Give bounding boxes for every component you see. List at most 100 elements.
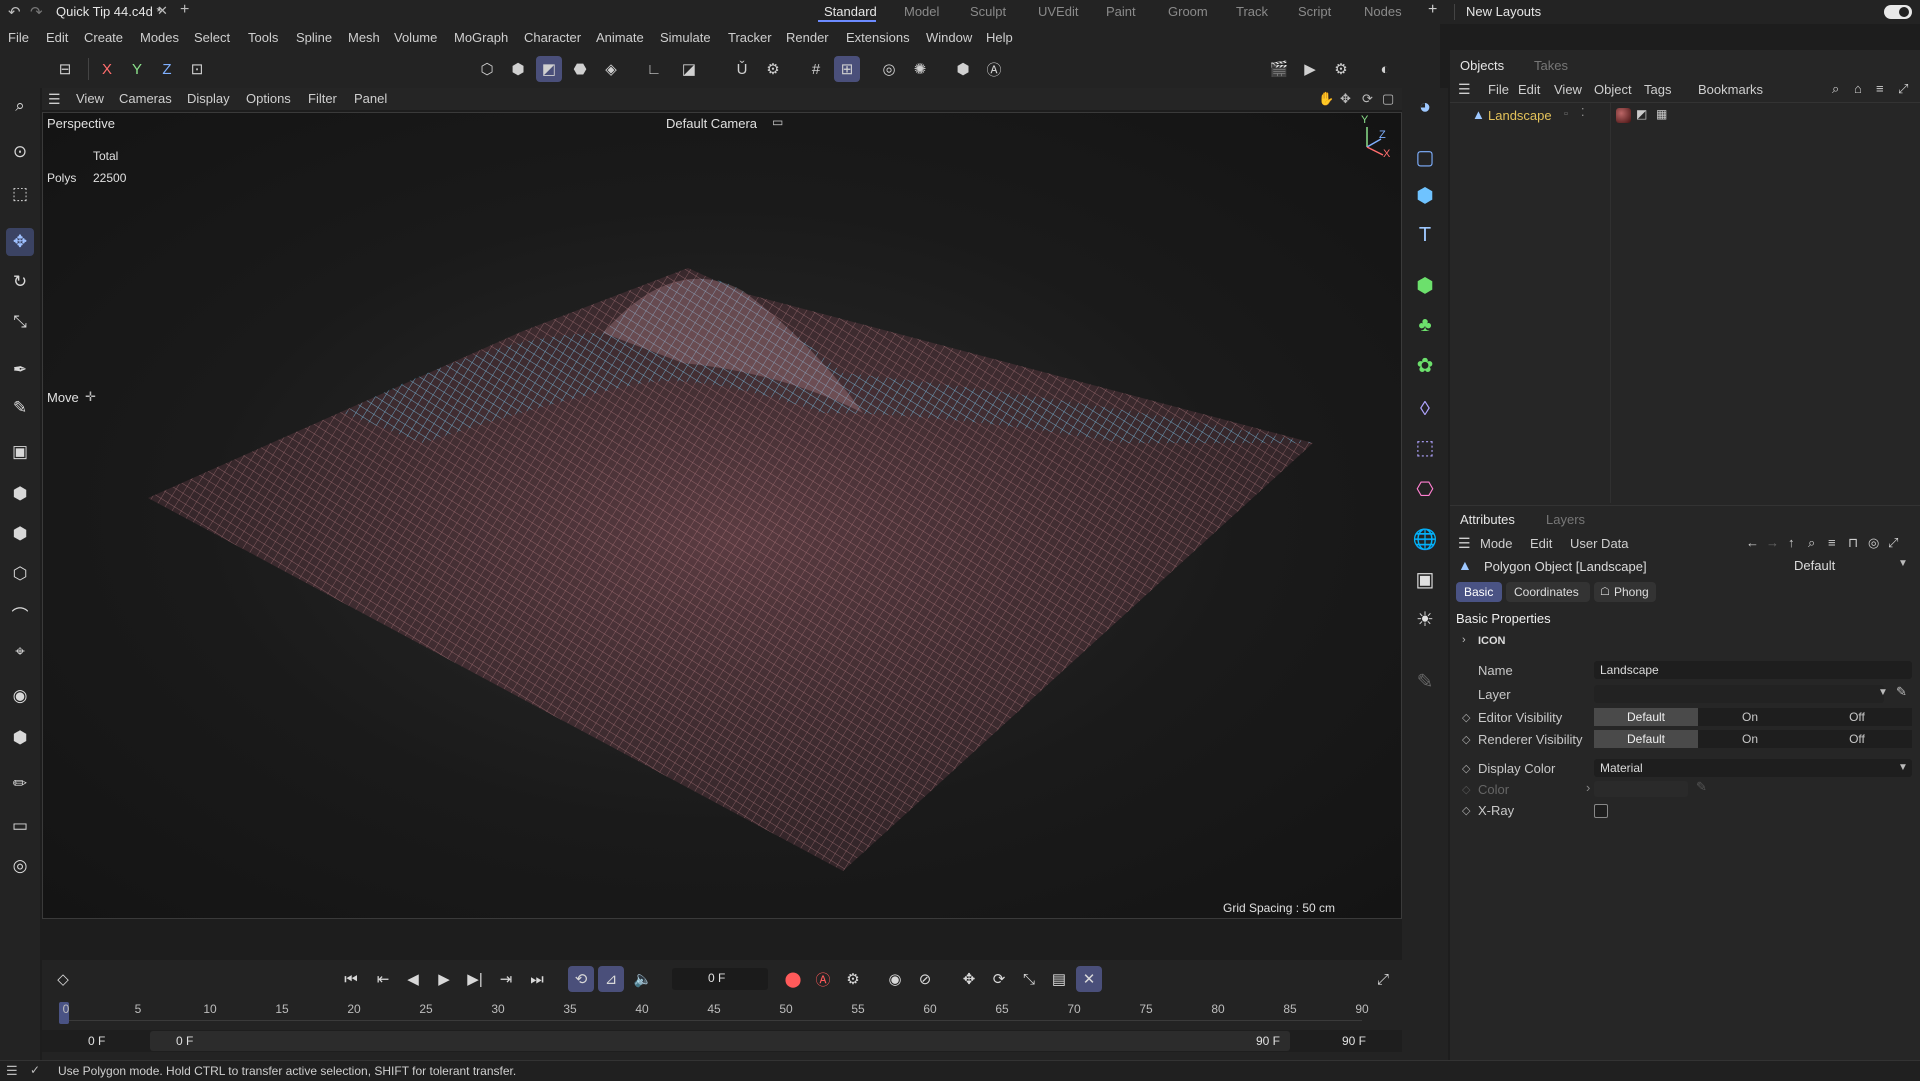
keyframe-diamond-icon[interactable]: ◇: [1462, 762, 1470, 775]
attributes-search-icon[interactable]: ⌕: [1808, 535, 1815, 551]
interpolation-icon[interactable]: ⊘: [912, 966, 938, 992]
color-expand-icon[interactable]: ›: [1586, 780, 1590, 795]
menu-tools[interactable]: Tools: [248, 30, 278, 45]
rotate-tool-icon[interactable]: ↻: [6, 268, 34, 296]
autokey-icon[interactable]: Ⓐ: [810, 966, 836, 992]
settings-icon[interactable]: ◎: [6, 852, 34, 880]
close-tab-icon[interactable]: ✕: [157, 3, 168, 19]
cube-icon[interactable]: ⬢: [1410, 180, 1440, 210]
primitive-cube-icon[interactable]: ▣: [6, 438, 34, 466]
current-frame-field[interactable]: 0 F: [672, 968, 768, 990]
layout-tab-standard[interactable]: Standard: [824, 4, 877, 19]
bridge-icon[interactable]: ⌒: [6, 600, 34, 628]
tab-takes[interactable]: Takes: [1534, 58, 1568, 73]
layout-tab-script[interactable]: Script: [1298, 4, 1331, 19]
layout-tab-model[interactable]: Model: [904, 4, 939, 19]
pen-tool-icon[interactable]: ✒: [6, 356, 34, 384]
menu-mograph[interactable]: MoGraph: [454, 30, 508, 45]
keyframe-selection-icon[interactable]: ◉: [882, 966, 908, 992]
scale-tool-icon[interactable]: ⤡: [6, 308, 34, 336]
viewport-menu-options[interactable]: Options: [246, 91, 291, 106]
lock-icon[interactable]: ⊓: [1848, 535, 1858, 551]
menu-window[interactable]: Window: [926, 30, 972, 45]
menu-simulate[interactable]: Simulate: [660, 30, 711, 45]
render-picture-viewer-icon[interactable]: ▶: [1297, 56, 1323, 82]
soft-selection-icon[interactable]: ◎: [876, 56, 902, 82]
objects-menu-tags[interactable]: Tags: [1644, 82, 1671, 97]
cloner-icon[interactable]: ♣: [1410, 310, 1440, 340]
objects-search-icon[interactable]: ⌕: [1832, 81, 1839, 97]
new-layouts-toggle[interactable]: [1884, 5, 1912, 19]
menu-tracker[interactable]: Tracker: [728, 30, 772, 45]
menu-spline[interactable]: Spline: [296, 30, 332, 45]
range-end-field[interactable]: 90 F: [1342, 1034, 1366, 1048]
fcurve-icon[interactable]: ⤢: [1370, 966, 1396, 992]
grid-snap-icon[interactable]: #: [803, 56, 829, 82]
menu-character[interactable]: Character: [524, 30, 581, 45]
menu-file[interactable]: File: [8, 30, 29, 45]
point-mode-icon[interactable]: ⬢: [505, 56, 531, 82]
keyframe-diamond-icon[interactable]: ◇: [1462, 804, 1470, 817]
undo-icon[interactable]: ↶: [8, 3, 21, 21]
redo-icon[interactable]: ↷: [30, 3, 43, 21]
object-name[interactable]: Landscape: [1488, 108, 1552, 123]
attributes-menu-mode[interactable]: Mode: [1480, 536, 1513, 551]
previous-frame-icon[interactable]: ◀: [400, 966, 426, 992]
camera-object-icon[interactable]: ◕: [1410, 92, 1440, 122]
spline-pen-icon[interactable]: ✎: [6, 394, 34, 422]
workplane-grid-icon[interactable]: ⊞: [834, 56, 860, 82]
environment-icon[interactable]: 🌐: [1410, 524, 1440, 554]
mesh-tool-icon[interactable]: ⬢: [6, 480, 34, 508]
effector-icon[interactable]: ✿: [1410, 350, 1440, 380]
object-mode-icon[interactable]: ⬡: [474, 56, 500, 82]
extrude-icon[interactable]: ⬢: [6, 520, 34, 548]
subtab-coordinates[interactable]: Coordinates: [1506, 582, 1590, 602]
menu-modes[interactable]: Modes: [140, 30, 179, 45]
keyframe-diamond-icon[interactable]: ◇: [1462, 711, 1470, 724]
editor-visibility-default[interactable]: Default: [1594, 708, 1698, 726]
tab-objects[interactable]: Objects: [1460, 58, 1504, 73]
uvw-tag-icon[interactable]: ▦: [1656, 107, 1667, 121]
attributes-new-window-icon[interactable]: ⤢: [1888, 535, 1898, 551]
position-key-icon[interactable]: ✥: [956, 966, 982, 992]
snapshot-icon[interactable]: ⊟: [52, 56, 78, 82]
tab-attributes[interactable]: Attributes: [1460, 512, 1515, 527]
xray-checkbox[interactable]: [1594, 804, 1608, 818]
menu-render[interactable]: Render: [786, 30, 829, 45]
editor-visibility-on[interactable]: On: [1698, 708, 1802, 726]
play-icon[interactable]: ▶: [431, 966, 457, 992]
search-icon[interactable]: ⌕: [6, 92, 34, 120]
auto-key-icon[interactable]: Ⓐ: [981, 56, 1007, 82]
edge-mode-icon[interactable]: ⬣: [567, 56, 593, 82]
chevron-right-icon[interactable]: ›: [1462, 634, 1466, 646]
layout-tab-uvedit[interactable]: UVEdit: [1038, 4, 1078, 19]
range-start-field[interactable]: 0 F: [88, 1034, 105, 1048]
objects-expand-icon[interactable]: ⤢: [1898, 81, 1908, 97]
viewport-hamburger-icon[interactable]: ☰: [48, 91, 61, 108]
renderer-visibility-default[interactable]: Default: [1594, 730, 1698, 748]
snap-magnet-icon[interactable]: Ǔ: [729, 56, 755, 82]
polygon-mode-icon[interactable]: ◩: [536, 56, 562, 82]
render-view-icon[interactable]: 🎬: [1266, 56, 1292, 82]
go-to-start-icon[interactable]: ⏮: [338, 966, 364, 992]
preset-dropdown[interactable]: Default ▼: [1790, 556, 1910, 576]
fields-icon[interactable]: ⬚: [1410, 432, 1440, 462]
display-color-dropdown[interactable]: Material: [1594, 759, 1912, 777]
null-object-icon[interactable]: ▢: [1410, 142, 1440, 172]
paint-icon[interactable]: ▭: [6, 812, 34, 840]
menu-select[interactable]: Select: [194, 30, 230, 45]
pan-view-icon[interactable]: ✋: [1318, 91, 1334, 107]
sound-icon[interactable]: 🔈: [630, 966, 656, 992]
objects-menu-object[interactable]: Object: [1594, 82, 1632, 97]
visibility-dots-icon[interactable]: ⁚: [1581, 106, 1585, 119]
viewport-menu-panel[interactable]: Panel: [354, 91, 387, 106]
axis-lock-x-button[interactable]: X: [94, 56, 120, 82]
point-level-anim-icon[interactable]: ✕: [1076, 966, 1102, 992]
layer-icon[interactable]: ▫: [1564, 108, 1568, 120]
layout-tab-paint[interactable]: Paint: [1106, 4, 1136, 19]
attributes-menu-user-data[interactable]: User Data: [1570, 536, 1629, 551]
go-to-end-icon[interactable]: ⏭: [524, 966, 550, 992]
layout-tab-groom[interactable]: Groom: [1168, 4, 1208, 19]
brush-icon[interactable]: ✏: [6, 770, 34, 798]
landscape-mesh[interactable]: [43, 113, 1401, 918]
